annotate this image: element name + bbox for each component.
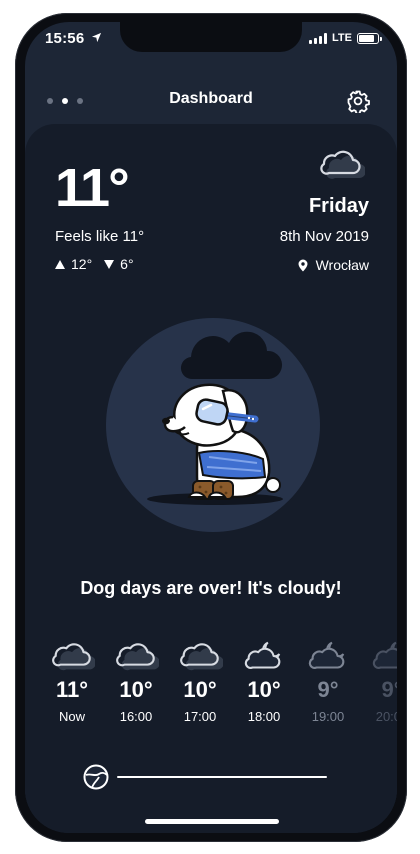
signal-icon (309, 32, 328, 44)
page-title: Dashboard (169, 90, 253, 107)
cloud-icon (116, 643, 159, 671)
network-type: LTE (332, 32, 352, 44)
forecast-item[interactable]: 10° 17:00 (171, 640, 229, 724)
forecast-temperature: 9° (317, 677, 339, 702)
hourly-forecast[interactable]: 11° Now 10° 16:00 10° 17:00 10° 18:00 9°… (43, 640, 397, 730)
forecast-item-now[interactable]: 11° Now (43, 640, 101, 724)
high-low: 12° 6° (55, 256, 134, 272)
location-name: Wrocław (315, 257, 369, 273)
cloud-icon (320, 150, 365, 179)
forecast-time: 20:00 (375, 709, 397, 724)
current-temperature: 11° (55, 158, 130, 218)
timeline-slider-track[interactable] (117, 776, 327, 778)
forecast-temperature: 10° (183, 677, 217, 702)
cloud-icon (180, 643, 223, 671)
forecast-temperature: 10° (119, 677, 153, 702)
status-indicators: LTE (309, 32, 382, 44)
phone-frame: 15:56 LTE Dashboard 11° Feels like 11° 1… (15, 13, 407, 842)
dog-illustration (106, 318, 320, 532)
high-temperature: 12° (71, 256, 93, 272)
forecast-temperature: 9° (381, 677, 397, 702)
globe-icon[interactable] (83, 764, 109, 790)
weather-message: Dog days are over! It's cloudy! (80, 578, 342, 598)
forecast-item[interactable]: 10° 18:00 (235, 640, 293, 724)
forecast-time: 19:00 (311, 709, 345, 724)
forecast-time: 18:00 (247, 709, 281, 724)
gear-icon[interactable] (346, 89, 370, 113)
battery-icon (357, 32, 382, 44)
day-name: Friday (308, 195, 369, 217)
forecast-item[interactable]: 9° 20:00 (363, 640, 397, 724)
forecast-item[interactable]: 9° 19:00 (299, 640, 357, 724)
notch (120, 22, 302, 52)
feels-like: Feels like 11° (55, 228, 145, 245)
arrow-up-icon (55, 259, 65, 269)
date: 8th Nov 2019 (279, 228, 369, 245)
location-arrow-icon (91, 32, 102, 43)
forecast-temperature: 11° (55, 677, 89, 702)
cloud-moon-icon (244, 641, 281, 669)
forecast-time: Now (58, 709, 85, 724)
forecast-item[interactable]: 10° 16:00 (107, 640, 165, 724)
forecast-temperature: 10° (247, 677, 281, 702)
app-screen: 15:56 LTE Dashboard 11° Feels like 11° 1… (25, 22, 397, 833)
map-pin-icon (298, 259, 308, 271)
cloud-moon-icon (372, 641, 397, 669)
arrow-down-icon (104, 259, 115, 269)
status-time: 15:56 (45, 30, 85, 47)
location[interactable]: Wrocław (298, 257, 369, 273)
home-indicator[interactable] (145, 819, 279, 824)
forecast-time: 17:00 (183, 709, 217, 724)
cloud-moon-icon (308, 641, 345, 669)
cloud-icon (52, 643, 95, 671)
low-temperature: 6° (120, 256, 134, 272)
forecast-time: 16:00 (119, 709, 153, 724)
